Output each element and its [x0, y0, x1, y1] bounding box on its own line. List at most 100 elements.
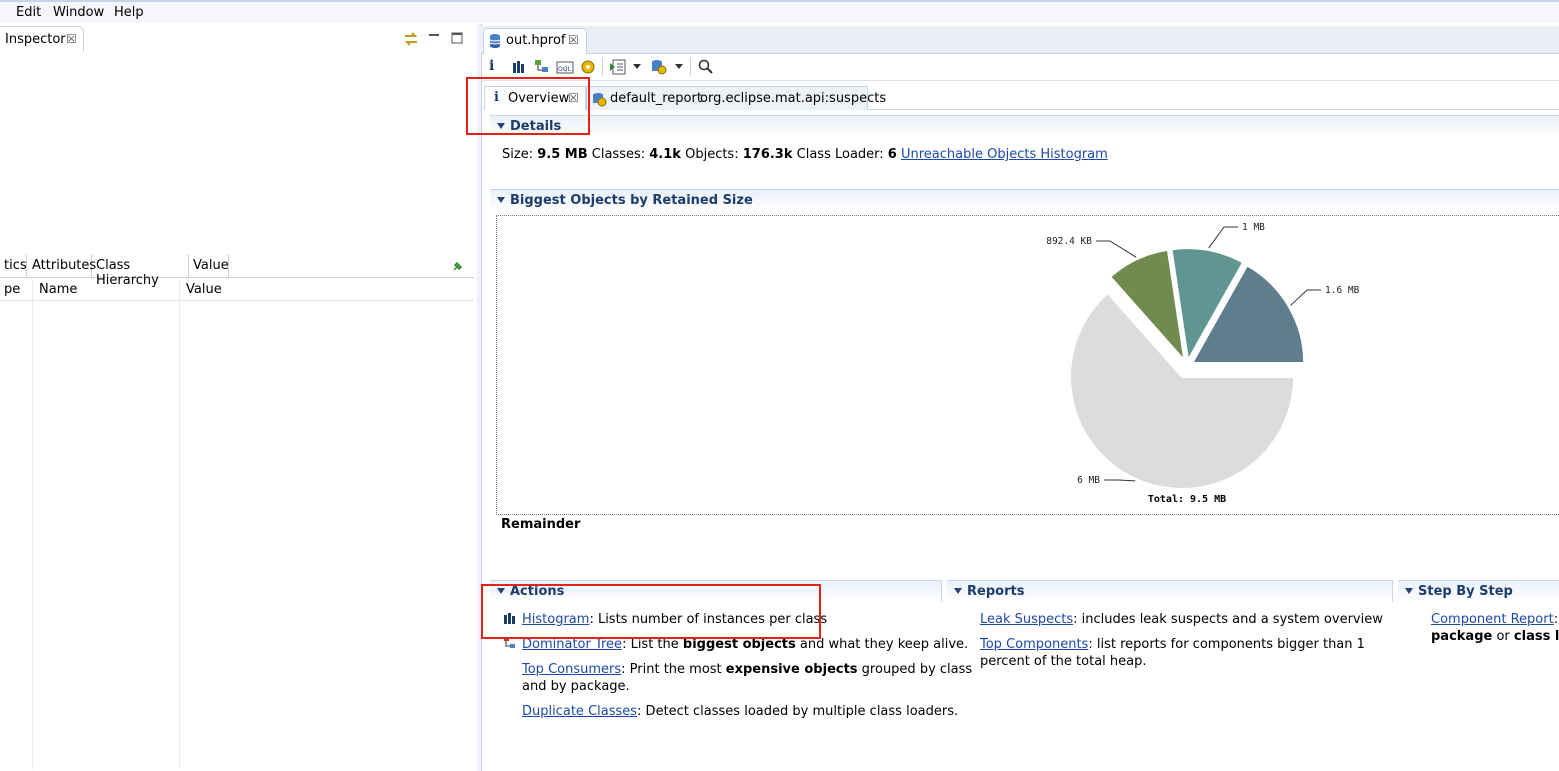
toolbar-separator — [602, 58, 603, 76]
step-component-report: Component Report: A — [1431, 612, 1559, 627]
search-icon[interactable] — [697, 58, 715, 76]
reports-title: Reports — [967, 584, 1025, 599]
report-top-components: Top Components: list reports for compone… — [980, 637, 1365, 652]
collapse-triangle-icon[interactable] — [1405, 588, 1413, 594]
biggest-objects-section-header[interactable]: Biggest Objects by Retained Size — [490, 189, 1559, 211]
pie-leader-line — [1208, 226, 1238, 249]
inspector-attribute-tabs: tics Attributes Class Hierarchy Value — [0, 254, 474, 288]
svg-text:OQL: OQL — [558, 66, 571, 73]
top-components-description: : list reports for components bigger tha… — [1088, 637, 1365, 652]
unreachable-objects-histogram-link[interactable]: Unreachable Objects Histogram — [901, 147, 1108, 162]
column-divider — [32, 280, 33, 770]
tab-inspector[interactable]: Inspector ☒ — [0, 26, 84, 52]
dominator-tree-description-2: and what they keep alive. — [795, 637, 969, 652]
classes-value: 4.1k — [649, 147, 681, 162]
action-dominator-tree: Dominator Tree: List the biggest objects… — [522, 637, 968, 652]
inspector-panel — [0, 24, 477, 771]
editor-toolbar: i OQL — [482, 54, 1559, 81]
details-section-header[interactable]: Details — [490, 115, 1559, 137]
tab-attributes[interactable]: Attributes — [27, 254, 96, 278]
tab-out-hprof[interactable]: out.hprof ☒ — [483, 28, 587, 54]
pie-leader-line — [1104, 479, 1136, 482]
editor-subtabs: i Overview ☒ default_report org.eclipse.… — [484, 86, 1559, 110]
classes-label: Classes: — [591, 147, 646, 162]
menu-edit[interactable]: Edit — [16, 5, 41, 20]
oql-icon[interactable]: OQL — [556, 58, 574, 76]
tab-value-label: Value — [193, 258, 229, 273]
tab-statics-label: tics — [4, 258, 27, 273]
pie-slice-label: 6 MB — [1077, 475, 1100, 486]
top-consumers-link[interactable]: Top Consumers — [522, 662, 621, 677]
objects-value: 176.3k — [742, 147, 793, 162]
inspector-table-header: pe Name Value — [0, 280, 474, 301]
toolbar-separator — [690, 58, 691, 76]
menu-window[interactable]: Window — [53, 5, 104, 20]
pie-slice-label: 1 MB — [1242, 222, 1265, 233]
pie-chart-container[interactable]: 1.6 MB 1 MB 892.4 KB 6 MB Total: 9.5 MB — [496, 215, 1559, 515]
info-icon[interactable]: i — [489, 58, 507, 76]
editor-tabbar: out.hprof ☒ — [481, 26, 1559, 54]
chevron-down-icon[interactable] — [675, 64, 683, 70]
pie-leader-line — [1290, 289, 1321, 306]
remainder-label: Remainder — [501, 517, 581, 532]
pin-icon[interactable] — [452, 260, 464, 272]
column-type[interactable]: pe — [4, 282, 20, 297]
link-editor-icon[interactable] — [402, 30, 420, 48]
component-report-link[interactable]: Component Report — [1431, 612, 1554, 627]
duplicate-classes-link[interactable]: Duplicate Classes — [522, 704, 637, 719]
pie-chart[interactable]: 1.6 MB 1 MB 892.4 KB 6 MB Total: 9.5 MB — [497, 216, 1559, 516]
column-divider — [179, 280, 180, 770]
details-line: Size: 9.5 MB Classes: 4.1k Objects: 176.… — [502, 147, 1108, 162]
heap-settings-icon[interactable] — [579, 58, 597, 76]
objects-label: Objects: — [685, 147, 739, 162]
leak-suspects-description: : includes leak suspects and a system ov… — [1073, 612, 1383, 627]
dominator-tree-description: : List the — [622, 637, 683, 652]
maximize-icon[interactable] — [451, 32, 463, 44]
leak-suspects-link[interactable]: Leak Suspects — [980, 612, 1073, 627]
menu-help[interactable]: Help — [114, 5, 144, 20]
chevron-down-icon[interactable] — [633, 64, 641, 70]
component-report-or: or — [1492, 629, 1514, 644]
step-by-step-title: Step By Step — [1418, 584, 1513, 599]
query-browser-icon[interactable] — [650, 58, 668, 76]
step-component-report-line2: package or class load — [1431, 629, 1559, 644]
reports-section-header[interactable]: Reports — [947, 580, 1393, 602]
pie-slice-label: 1.6 MB — [1325, 285, 1360, 296]
tab-statics[interactable]: tics — [0, 254, 27, 278]
report-icon — [593, 93, 607, 107]
pie-slice-label: 892.4 KB — [1046, 236, 1092, 247]
action-top-consumers: Top Consumers: Print the most expensive … — [522, 662, 972, 677]
histogram-icon[interactable] — [510, 58, 528, 76]
report-name: default_report — [610, 91, 702, 106]
close-icon[interactable]: ☒ — [66, 32, 77, 46]
highlight-box-overview — [466, 77, 590, 135]
collapse-triangle-icon[interactable] — [497, 197, 505, 203]
top-consumers-description-2: grouped by class — [857, 662, 973, 677]
run-report-icon[interactable] — [609, 58, 627, 76]
dominator-tree-bold: biggest objects — [682, 637, 796, 652]
top-consumers-bold: expensive objects — [725, 662, 858, 677]
report-leak-suspects: Leak Suspects: includes leak suspects an… — [980, 612, 1383, 627]
tab-attributes-label: Attributes — [32, 258, 97, 273]
step-by-step-section-header[interactable]: Step By Step — [1398, 580, 1559, 602]
column-value[interactable]: Value — [186, 282, 222, 297]
tab-default-report[interactable]: default_report org.eclipse.mat.api:suspe… — [586, 86, 886, 110]
inspector-tabbar: Inspector ☒ — [0, 26, 474, 52]
class-loader-value: 6 — [887, 147, 897, 162]
size-value: 9.5 MB — [537, 147, 588, 162]
dominator-tree-icon[interactable] — [533, 58, 551, 76]
action-duplicate-classes: Duplicate Classes: Detect classes loaded… — [522, 704, 958, 719]
column-name[interactable]: Name — [39, 282, 77, 297]
close-icon[interactable]: ☒ — [568, 33, 579, 47]
minimize-icon[interactable] — [428, 32, 440, 44]
component-report-description: : A — [1553, 612, 1559, 627]
collapse-triangle-icon[interactable] — [954, 588, 962, 594]
dominator-tree-link[interactable]: Dominator Tree — [522, 637, 622, 652]
top-components-link[interactable]: Top Components — [980, 637, 1088, 652]
tab-value[interactable]: Value — [189, 254, 229, 278]
biggest-objects-title: Biggest Objects by Retained Size — [510, 193, 753, 208]
component-report-bold-2: class load — [1513, 629, 1559, 644]
top-consumers-description: : Print the most — [621, 662, 726, 677]
tab-class-hierarchy[interactable]: Class Hierarchy — [92, 254, 189, 288]
heap-dump-icon — [489, 34, 501, 48]
